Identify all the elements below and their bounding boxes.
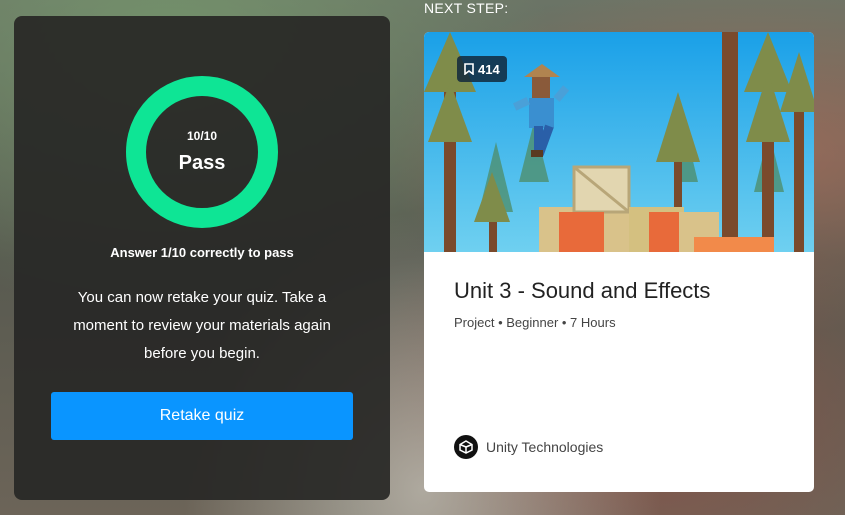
author-name: Unity Technologies [486, 439, 604, 455]
pass-status: Pass [178, 152, 226, 174]
retake-message: You can now retake your quiz. Take a mom… [73, 289, 331, 362]
author-row[interactable]: Unity Technologies [454, 435, 603, 459]
course-meta: Project • Beginner • 7 Hours [454, 315, 616, 330]
bookmark-icon [464, 63, 474, 75]
quiz-result-panel: 10/10 Pass Answer 1/10 correctly to pass… [14, 16, 390, 500]
next-step-card[interactable]: 414 Unit 3 - Sound and Effects Project •… [424, 32, 814, 492]
bookmark-count: 414 [478, 61, 500, 77]
score-text: 10/10 [186, 129, 218, 143]
pass-threshold: Answer 1/10 correctly to pass [110, 245, 294, 260]
bookmark-badge[interactable]: 414 [457, 56, 507, 82]
unity-logo-icon [454, 435, 478, 459]
retake-quiz-button[interactable]: Retake quiz [51, 392, 353, 440]
course-title[interactable]: Unit 3 - Sound and Effects [454, 278, 710, 304]
next-step-heading: NEXT STEP: [424, 0, 509, 16]
